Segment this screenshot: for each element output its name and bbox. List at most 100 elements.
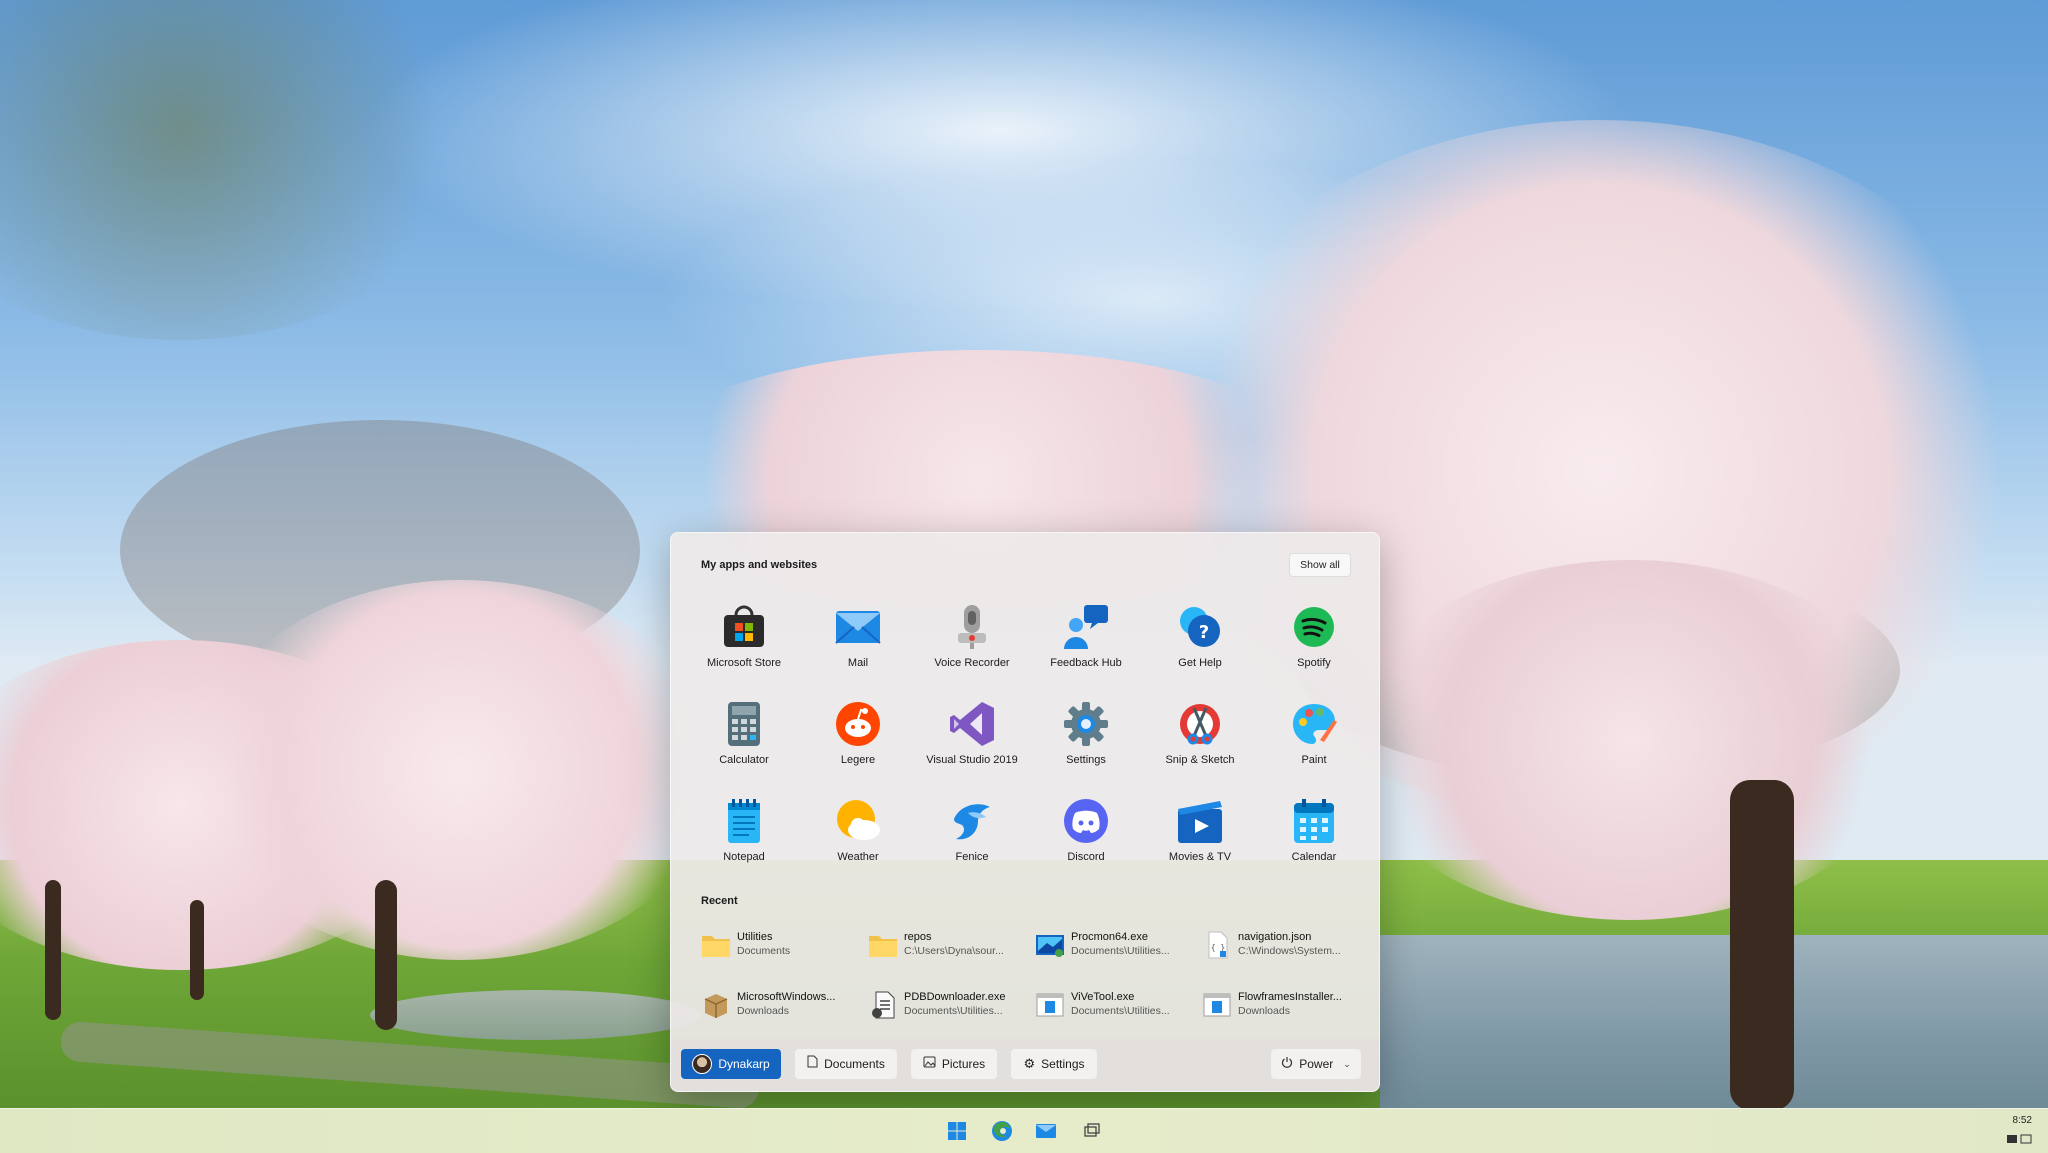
user-account-button[interactable]: Dynakarp (681, 1049, 781, 1079)
pictures-icon (923, 1049, 936, 1079)
app-label: Fenice (955, 851, 989, 863)
legere-icon (834, 700, 882, 748)
avatar (692, 1054, 713, 1074)
voice-recorder-icon (948, 603, 996, 651)
spotify-icon (1290, 603, 1338, 651)
app-weather[interactable]: Weather (803, 789, 913, 875)
app-label: Paint (1301, 754, 1327, 766)
recent-item-path: Downloads (737, 1005, 789, 1017)
power-label: Power (1299, 1057, 1334, 1071)
edge-icon[interactable] (990, 1119, 1014, 1143)
app-label: Calendar (1291, 851, 1337, 863)
recent-item-utilities[interactable]: Utilities Documents (701, 923, 861, 967)
app-label: Weather (837, 851, 879, 863)
recent-item-path: Downloads (1238, 1005, 1290, 1017)
document-icon (807, 1049, 818, 1079)
package-icon (701, 991, 731, 1019)
app-voice-recorder[interactable]: Voice Recorder (917, 595, 1027, 681)
recent-item-name: FlowframesInstaller... (1238, 991, 1342, 1003)
folder-icon (868, 931, 898, 959)
recent-item-path: Documents\Utilities... (1071, 1005, 1170, 1017)
weather-icon (834, 797, 882, 845)
mail-icon[interactable] (1034, 1119, 1058, 1143)
show-all-button[interactable]: Show all (1289, 553, 1351, 577)
recent-section-title: Recent (701, 895, 738, 907)
movies-tv-icon (1176, 797, 1224, 845)
settings-button[interactable]: ⚙ Settings (1011, 1049, 1097, 1079)
app-label: Visual Studio 2019 (926, 754, 1018, 766)
calculator-icon (720, 700, 768, 748)
recent-item-procmon[interactable]: Procmon64.exe Documents\Utilities... (1035, 923, 1195, 967)
svg-text:?: ? (1199, 622, 1209, 643)
app-label: Settings (1066, 754, 1106, 766)
snip-sketch-icon (1176, 700, 1224, 748)
recent-item-navigation-json[interactable]: { } navigation.json C:\Windows\System... (1202, 923, 1362, 967)
recent-item-microsoftwindows[interactable]: MicrosoftWindows... Downloads (701, 983, 861, 1027)
settings-gear-icon (1062, 700, 1110, 748)
calendar-icon (1290, 797, 1338, 845)
app-fenice[interactable]: Fenice (917, 789, 1027, 875)
recent-item-path: Documents (737, 945, 791, 957)
exe-window-icon (1202, 991, 1232, 1019)
recent-item-name: PDBDownloader.exe (904, 991, 1006, 1003)
folder-icon (701, 931, 731, 959)
recent-item-path: C:\Users\Dyna\sour... (904, 945, 1004, 957)
app-label: Microsoft Store (707, 657, 781, 669)
app-calendar[interactable]: Calendar (1259, 789, 1369, 875)
json-file-icon: { } (1202, 931, 1232, 959)
documents-button[interactable]: Documents (795, 1049, 897, 1079)
recent-item-path: Documents\Utilities... (904, 1005, 1003, 1017)
recent-item-pdbdownloader[interactable]: PDBDownloader.exe Documents\Utilities... (868, 983, 1028, 1027)
app-paint[interactable]: Paint (1259, 692, 1369, 778)
app-label: Calculator (719, 754, 769, 766)
app-settings[interactable]: Settings (1031, 692, 1141, 778)
svg-text:{ }: { } (1211, 943, 1225, 952)
microsoft-store-icon (720, 603, 768, 651)
recent-item-name: Procmon64.exe (1071, 931, 1149, 943)
app-notepad[interactable]: Notepad (689, 789, 799, 875)
app-label: Mail (847, 657, 869, 669)
app-discord[interactable]: Discord (1031, 789, 1141, 875)
app-feedback-hub[interactable]: Feedback Hub (1031, 595, 1141, 681)
app-label: Get Help (1178, 657, 1222, 669)
pictures-button[interactable]: Pictures (911, 1049, 997, 1079)
power-icon (1281, 1049, 1293, 1079)
recent-item-flowframes[interactable]: FlowframesInstaller... Downloads (1202, 983, 1362, 1027)
notepad-icon (720, 797, 768, 845)
app-mail[interactable]: Mail (803, 595, 913, 681)
app-calculator[interactable]: Calculator (689, 692, 799, 778)
recent-item-name: MicrosoftWindows... (737, 991, 836, 1003)
app-label: Discord (1067, 851, 1105, 863)
recent-item-name: navigation.json (1238, 931, 1312, 943)
power-button[interactable]: Power ⌄ (1271, 1049, 1361, 1079)
app-spotify[interactable]: Spotify (1259, 595, 1369, 681)
app-snip-sketch[interactable]: Snip & Sketch (1145, 692, 1255, 778)
app-movies-tv[interactable]: Movies & TV (1145, 789, 1255, 875)
clock[interactable]: 8:52 (2013, 1115, 2032, 1126)
feedback-hub-icon (1062, 603, 1110, 651)
recent-item-path: Documents\Utilities... (1071, 945, 1170, 957)
start-icon[interactable] (945, 1119, 969, 1143)
app-label: Notepad (723, 851, 765, 863)
apps-section-title: My apps and websites (701, 559, 818, 571)
recent-item-repos[interactable]: repos C:\Users\Dyna\sour... (868, 923, 1028, 967)
app-label: Feedback Hub (1050, 657, 1122, 669)
procmon-icon (1035, 931, 1065, 959)
start-footer: Dynakarp Documents Pictures ⚙ Settings P… (671, 1039, 1379, 1091)
app-microsoft-store[interactable]: Microsoft Store (689, 595, 799, 681)
app-visual-studio[interactable]: Visual Studio 2019 (917, 692, 1027, 778)
user-name: Dynakarp (718, 1057, 770, 1071)
paint-palette-icon (1290, 700, 1338, 748)
app-label: Voice Recorder (934, 657, 1010, 669)
recent-item-vivetool[interactable]: ViVeTool.exe Documents\Utilities... (1035, 983, 1195, 1027)
notification-icon[interactable] (2006, 1133, 2034, 1145)
chevron-down-icon: ⌄ (1343, 1059, 1351, 1069)
recent-item-name: repos (904, 931, 932, 943)
taskbar: 8:52 (0, 1108, 2048, 1153)
settings-label: Settings (1041, 1057, 1085, 1071)
app-get-help[interactable]: ? Get Help (1145, 595, 1255, 681)
recent-item-name: Utilities (737, 931, 773, 943)
app-legere[interactable]: Legere (803, 692, 913, 778)
task-view-icon[interactable] (1079, 1119, 1103, 1143)
discord-icon (1062, 797, 1110, 845)
